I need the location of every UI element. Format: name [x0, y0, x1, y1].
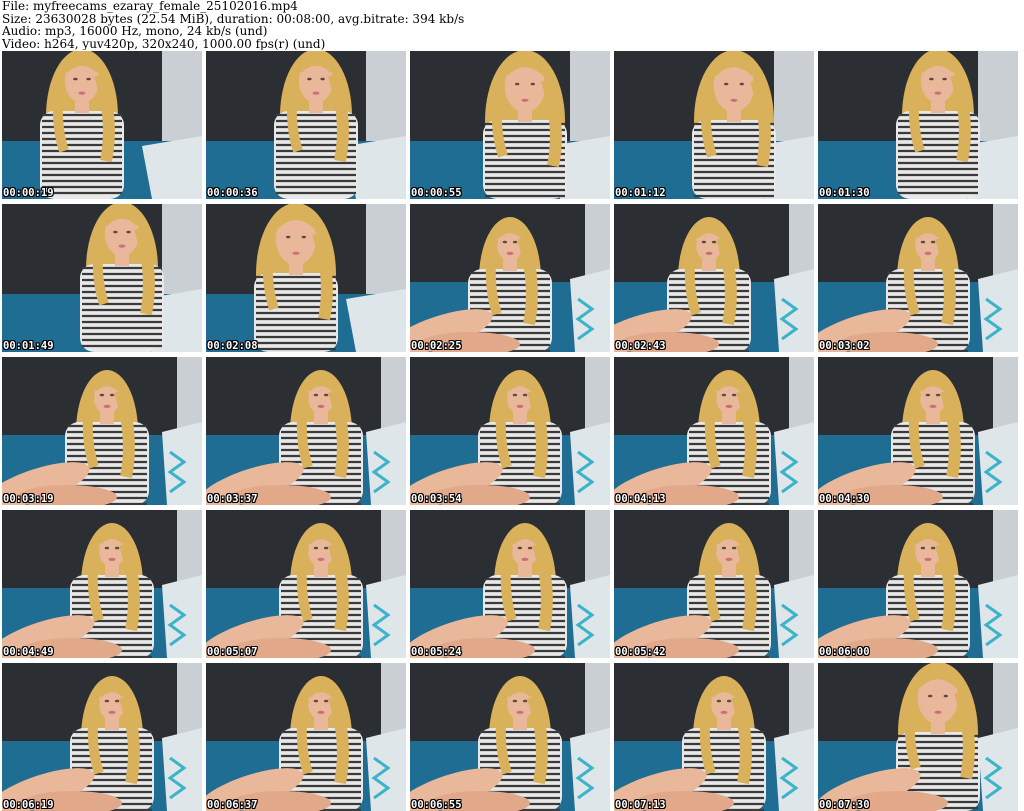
- webcam-frame-image: [614, 357, 814, 505]
- thumbnail-timestamp: 00:03:54: [411, 493, 462, 505]
- video-thumbnail: 00:06:00: [818, 510, 1018, 658]
- thumbnail-timestamp: 00:02:25: [411, 340, 462, 352]
- thumbnail-timestamp: 00:04:30: [819, 493, 870, 505]
- thumbnail-timestamp: 00:06:55: [411, 799, 462, 811]
- webcam-frame-image: [410, 510, 610, 658]
- video-thumbnail: 00:02:08: [206, 204, 406, 352]
- thumbnail-timestamp: 00:06:00: [819, 646, 870, 658]
- video-thumbnail: 00:01:49: [2, 204, 202, 352]
- file-name-line: File: myfreecams_ezaray_female_25102016.…: [2, 0, 298, 13]
- thumbnail-timestamp: 00:01:12: [615, 187, 666, 199]
- video-thumbnail: 00:02:43: [614, 204, 814, 352]
- thumbnail-timestamp: 00:01:49: [3, 340, 54, 352]
- thumbnail-timestamp: 00:03:02: [819, 340, 870, 352]
- thumbnail-timestamp: 00:02:08: [207, 340, 258, 352]
- webcam-frame-image: [410, 51, 610, 199]
- webcam-frame-image: [2, 357, 202, 505]
- thumbnail-timestamp: 00:01:30: [819, 187, 870, 199]
- thumbnail-timestamp: 00:05:24: [411, 646, 462, 658]
- webcam-frame-image: [206, 510, 406, 658]
- thumbnail-timestamp: 00:00:36: [207, 187, 258, 199]
- video-thumbnail: 00:01:30: [818, 51, 1018, 199]
- webcam-frame-image: [2, 663, 202, 811]
- webcam-frame-image: [2, 51, 202, 199]
- video-thumbnail: 00:00:55: [410, 51, 610, 199]
- video-thumbnail: 00:03:19: [2, 357, 202, 505]
- video-thumbnail: 00:06:19: [2, 663, 202, 811]
- webcam-frame-image: [410, 204, 610, 352]
- video-thumbnail: 00:00:19: [2, 51, 202, 199]
- video-thumbnail: 00:00:36: [206, 51, 406, 199]
- webcam-frame-image: [818, 357, 1018, 505]
- video-thumbnail: 00:05:24: [410, 510, 610, 658]
- thumbnail-timestamp: 00:06:19: [3, 799, 54, 811]
- webcam-frame-image: [818, 510, 1018, 658]
- thumbnail-timestamp: 00:00:55: [411, 187, 462, 199]
- thumbnail-timestamp: 00:05:42: [615, 646, 666, 658]
- video-thumbnail: 00:07:30: [818, 663, 1018, 811]
- audio-info-line: Audio: mp3, 16000 Hz, mono, 24 kb/s (und…: [2, 24, 268, 38]
- video-thumbnail: 00:03:54: [410, 357, 610, 505]
- thumbnail-timestamp: 00:02:43: [615, 340, 666, 352]
- webcam-frame-image: [206, 204, 406, 352]
- webcam-frame-image: [614, 51, 814, 199]
- video-thumbnail: 00:06:37: [206, 663, 406, 811]
- thumbnail-timestamp: 00:06:37: [207, 799, 258, 811]
- video-thumbnail: 00:03:37: [206, 357, 406, 505]
- webcam-frame-image: [206, 51, 406, 199]
- video-thumbnail: 00:01:12: [614, 51, 814, 199]
- video-thumbnail: 00:05:07: [206, 510, 406, 658]
- webcam-frame-image: [206, 663, 406, 811]
- video-thumbnail: 00:04:49: [2, 510, 202, 658]
- thumbnail-timestamp: 00:00:19: [3, 187, 54, 199]
- thumbnail-timestamp: 00:04:49: [3, 646, 54, 658]
- video-thumbnail: 00:04:13: [614, 357, 814, 505]
- video-thumbnail: 00:07:13: [614, 663, 814, 811]
- video-info-line: Video: h264, yuv420p, 320x240, 1000.00 f…: [2, 36, 326, 50]
- video-thumbnail: 00:05:42: [614, 510, 814, 658]
- video-thumbnail: 00:02:25: [410, 204, 610, 352]
- webcam-frame-image: [818, 204, 1018, 352]
- video-thumbnail: 00:04:30: [818, 357, 1018, 505]
- video-thumbnail: 00:06:55: [410, 663, 610, 811]
- webcam-frame-image: [410, 663, 610, 811]
- thumbnail-timestamp: 00:03:19: [3, 493, 54, 505]
- thumbnail-timestamp: 00:04:13: [615, 493, 666, 505]
- webcam-frame-image: [818, 51, 1018, 199]
- webcam-frame-image: [614, 204, 814, 352]
- thumbnail-timestamp: 00:03:37: [207, 493, 258, 505]
- thumbnail-timestamp: 00:05:07: [207, 646, 258, 658]
- webcam-frame-image: [206, 357, 406, 505]
- thumbnail-timestamp: 00:07:13: [615, 799, 666, 811]
- webcam-frame-image: [818, 663, 1018, 811]
- webcam-frame-image: [2, 204, 202, 352]
- webcam-frame-image: [614, 663, 814, 811]
- thumbnail-grid: 00:00:19 00:00:36 00:00:55 00:01:12 00:01:30…: [2, 51, 1022, 811]
- webcam-frame-image: [410, 357, 610, 505]
- thumbnail-timestamp: 00:07:30: [819, 799, 870, 811]
- webcam-frame-image: [614, 510, 814, 658]
- file-info-header: File: myfreecams_ezaray_female_25102016.…: [2, 0, 1020, 50]
- webcam-frame-image: [2, 510, 202, 658]
- video-thumbnail: 00:03:02: [818, 204, 1018, 352]
